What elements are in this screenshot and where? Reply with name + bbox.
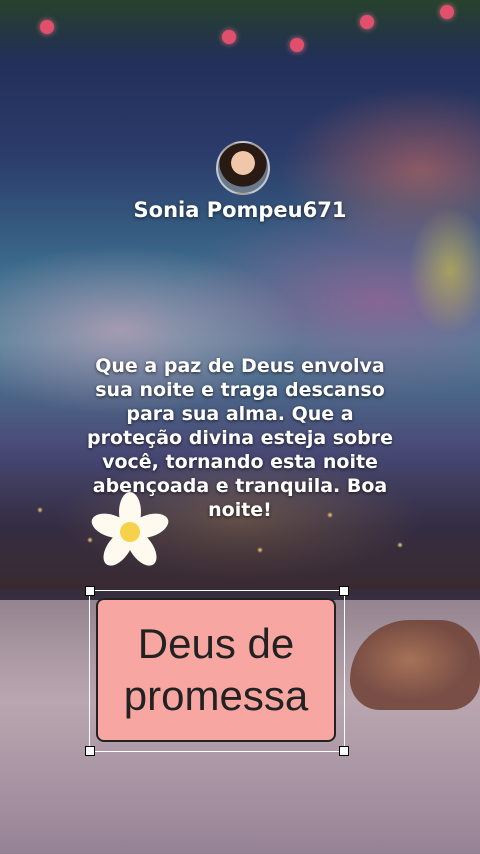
palm-decoration [370,200,480,360]
resize-handle-bottom-right[interactable] [339,746,349,756]
blossom-decoration [290,38,304,52]
username-label[interactable]: Sonia Pompeu671 [0,198,480,222]
resize-handle-bottom-left[interactable] [85,746,95,756]
flower-garland [0,0,480,60]
sticker-text: Deus de promessa [123,620,309,719]
blossom-decoration [222,30,236,44]
blossom-decoration [40,20,54,34]
resize-handle-top-left[interactable] [85,586,95,596]
plumeria-flower-icon [91,492,169,566]
resize-handle-top-right[interactable] [339,586,349,596]
blossom-decoration [360,15,374,29]
avatar[interactable] [216,141,270,195]
blossom-decoration [440,5,454,19]
text-sticker[interactable]: Deus de promessa [96,598,336,742]
